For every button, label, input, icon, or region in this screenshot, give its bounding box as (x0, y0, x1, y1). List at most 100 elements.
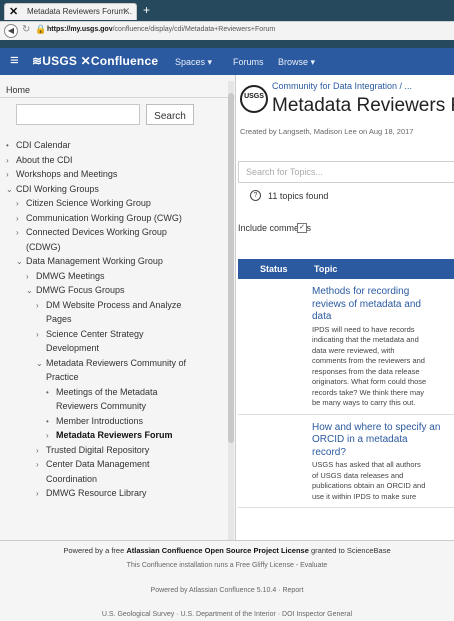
sidebar-item[interactable]: › Center Data Management (36, 458, 150, 471)
topics-search-input[interactable]: Search for Topics... (238, 161, 454, 183)
sidebar-item-label: Development (46, 343, 100, 353)
address-bar[interactable]: ◀ ↻ 🔒 https://my.usgs.gov/confluence/dis… (0, 21, 454, 40)
sidebar-item-label: DMWG Meetings (36, 270, 105, 281)
sidebar-item[interactable]: Pages (36, 313, 72, 325)
topic-title-link[interactable]: Methods for recording (312, 286, 452, 298)
topics-search-placeholder: Search for Topics... (246, 167, 323, 177)
sidebar-item[interactable]: ⌄ Data Management Working Group (16, 255, 163, 268)
sidebar-item[interactable]: ⌄ Metadata Reviewers Community of (36, 357, 186, 370)
chevron-right-icon[interactable]: › (16, 213, 26, 225)
chevron-right-icon[interactable]: › (36, 329, 46, 341)
usgs-confluence-logo[interactable]: ≋USGS ✕Confluence (32, 54, 158, 68)
sidebar-item[interactable]: › Trusted Digital Repository (36, 444, 149, 457)
chevron-down-icon[interactable]: ⌄ (36, 358, 46, 370)
sidebar-item[interactable]: › Communication Working Group (CWG) (16, 212, 182, 225)
topic-title-link[interactable]: reviews of metadata and (312, 299, 452, 311)
sidebar-search-button[interactable]: Search (146, 104, 194, 125)
bullet-icon: • (46, 416, 49, 426)
main-content: USGS Community for Data Integration / ..… (236, 75, 454, 540)
chevron-right-icon[interactable]: › (46, 430, 56, 442)
browser-chrome: ✕ Metadata Reviewers Forum... ✕ + ◀ ↻ 🔒 … (0, 0, 454, 48)
sidebar-item-label: DMWG Focus Groups (36, 285, 125, 295)
sidebar-item[interactable]: Coordination (36, 473, 97, 485)
sidebar-item[interactable]: ⌄ DMWG Focus Groups (26, 284, 125, 297)
nav-browse[interactable]: Browse ▾ (278, 57, 315, 68)
include-comments-checkbox[interactable]: ✓ (297, 223, 307, 233)
sidebar-home-link[interactable]: Home (6, 85, 30, 95)
new-tab-icon[interactable]: + (143, 4, 150, 16)
sidebar-item[interactable]: › Citizen Science Working Group (16, 197, 151, 210)
topic-description: indicating that the metadata and (312, 335, 419, 344)
topic-description: responses from the data release (312, 366, 420, 376)
sidebar-item[interactable]: Practice (36, 371, 79, 383)
chevron-down-icon[interactable]: ⌄ (16, 256, 26, 268)
topic-title-link[interactable]: record? (312, 447, 452, 459)
sidebar-item[interactable]: ⌄ CDI Working Groups (6, 183, 99, 196)
tab-title: Metadata Reviewers Forum... (27, 7, 132, 16)
nav-spaces[interactable]: Spaces ▾ (175, 57, 212, 68)
sidebar-item[interactable]: • CDI Calendar (6, 139, 71, 152)
topic-description: IPDS will need to have records (312, 324, 415, 334)
footer-license: Powered by a free Atlassian Confluence O… (0, 546, 454, 555)
sidebar-item[interactable]: Reviewers Community (46, 400, 146, 412)
sidebar-search-input[interactable] (16, 104, 140, 125)
browser-tab[interactable]: ✕ Metadata Reviewers Forum... ✕ (4, 3, 137, 20)
chevron-down-icon[interactable]: ⌄ (26, 285, 36, 297)
topic-title-link[interactable]: data (312, 311, 452, 323)
sidebar-item[interactable]: › Workshops and Meetings (6, 168, 117, 181)
footer-license-link[interactable]: Atlassian Confluence Open Source Project… (126, 546, 309, 555)
topic-description: publications obtain an ORCID and (312, 481, 426, 490)
chevron-right-icon[interactable]: › (36, 300, 46, 312)
sidebar-item[interactable]: › About the CDI (6, 154, 73, 167)
sidebar-item[interactable]: › DMWG Resource Library (36, 487, 147, 500)
sidebar-item[interactable]: › DM Website Process and Analyze (36, 299, 181, 312)
close-tab-icon[interactable]: ✕ (122, 6, 130, 17)
chevron-right-icon[interactable]: › (36, 445, 46, 457)
footer-powered-by[interactable]: Powered by Atlassian Confluence 5.10.4 ·… (0, 587, 454, 594)
chevron-right-icon[interactable]: › (26, 271, 36, 283)
topic-description: USGS has asked that all authors (312, 460, 421, 469)
column-status[interactable]: Status (260, 264, 288, 274)
chevron-right-icon[interactable]: › (16, 227, 26, 239)
topic-title-link[interactable]: How and where to specify an (312, 422, 452, 434)
sidebar-item[interactable]: › Science Center Strategy (36, 328, 144, 341)
page-footer: Powered by a free Atlassian Confluence O… (0, 540, 454, 621)
chevron-right-icon[interactable]: › (6, 169, 16, 181)
sidebar-item[interactable]: • Meetings of the Metadata (46, 386, 158, 399)
topics-table-header: Status Topic (238, 259, 454, 279)
chevron-right-icon[interactable]: › (36, 488, 46, 500)
breadcrumb[interactable]: Community for Data Integration / ... (272, 81, 412, 91)
back-arrow-icon[interactable]: ◀ (4, 24, 18, 38)
nav-forums[interactable]: Forums (233, 57, 264, 67)
topic-description: of USGS data releases and (312, 470, 404, 480)
url-host: https://my.usgs.gov (47, 26, 113, 33)
sidebar-scroll-thumb[interactable] (228, 93, 234, 443)
sidebar-item[interactable]: › Connected Devices Working Group (16, 226, 167, 239)
sidebar-item[interactable]: › DMWG Meetings (26, 270, 105, 283)
sidebar-item-label: DM Website Process and Analyze (46, 299, 182, 310)
footer-links[interactable]: U.S. Geological Survey · U.S. Department… (0, 611, 454, 618)
menu-icon[interactable]: ≡ (10, 52, 19, 69)
sidebar-item[interactable]: • Member Introductions (46, 415, 143, 428)
chevron-right-icon[interactable]: › (36, 459, 46, 471)
chevron-right-icon[interactable]: › (6, 155, 16, 167)
sidebar-item-label: Workshops and Meetings (16, 169, 118, 179)
sidebar-item-label: Coordination (46, 473, 98, 484)
sidebar-item-current[interactable]: › Metadata Reviewers Forum (46, 429, 173, 442)
sidebar-item-label: Center Data Management (46, 459, 150, 469)
space-logo[interactable]: USGS (240, 85, 268, 113)
topics-count: 11 topics found (268, 191, 329, 201)
help-icon[interactable]: ? (250, 190, 261, 201)
sidebar-item[interactable]: (CDWG) (16, 241, 61, 253)
sidebar-item[interactable]: Development (36, 342, 99, 354)
space-logo-text: USGS (244, 93, 264, 100)
column-topic[interactable]: Topic (314, 264, 337, 274)
url-text[interactable]: https://my.usgs.gov/confluence/display/c… (47, 26, 275, 33)
bullet-icon: • (6, 141, 9, 150)
reload-icon[interactable]: ↻ (22, 24, 30, 35)
chevron-right-icon[interactable]: › (16, 198, 26, 210)
sidebar-item-label: Science Center Strategy (46, 328, 144, 339)
chevron-down-icon[interactable]: ⌄ (6, 184, 16, 196)
sidebar-item-label: CDI Working Groups (16, 183, 99, 194)
topic-title-link[interactable]: ORCID in a metadata (312, 434, 452, 446)
